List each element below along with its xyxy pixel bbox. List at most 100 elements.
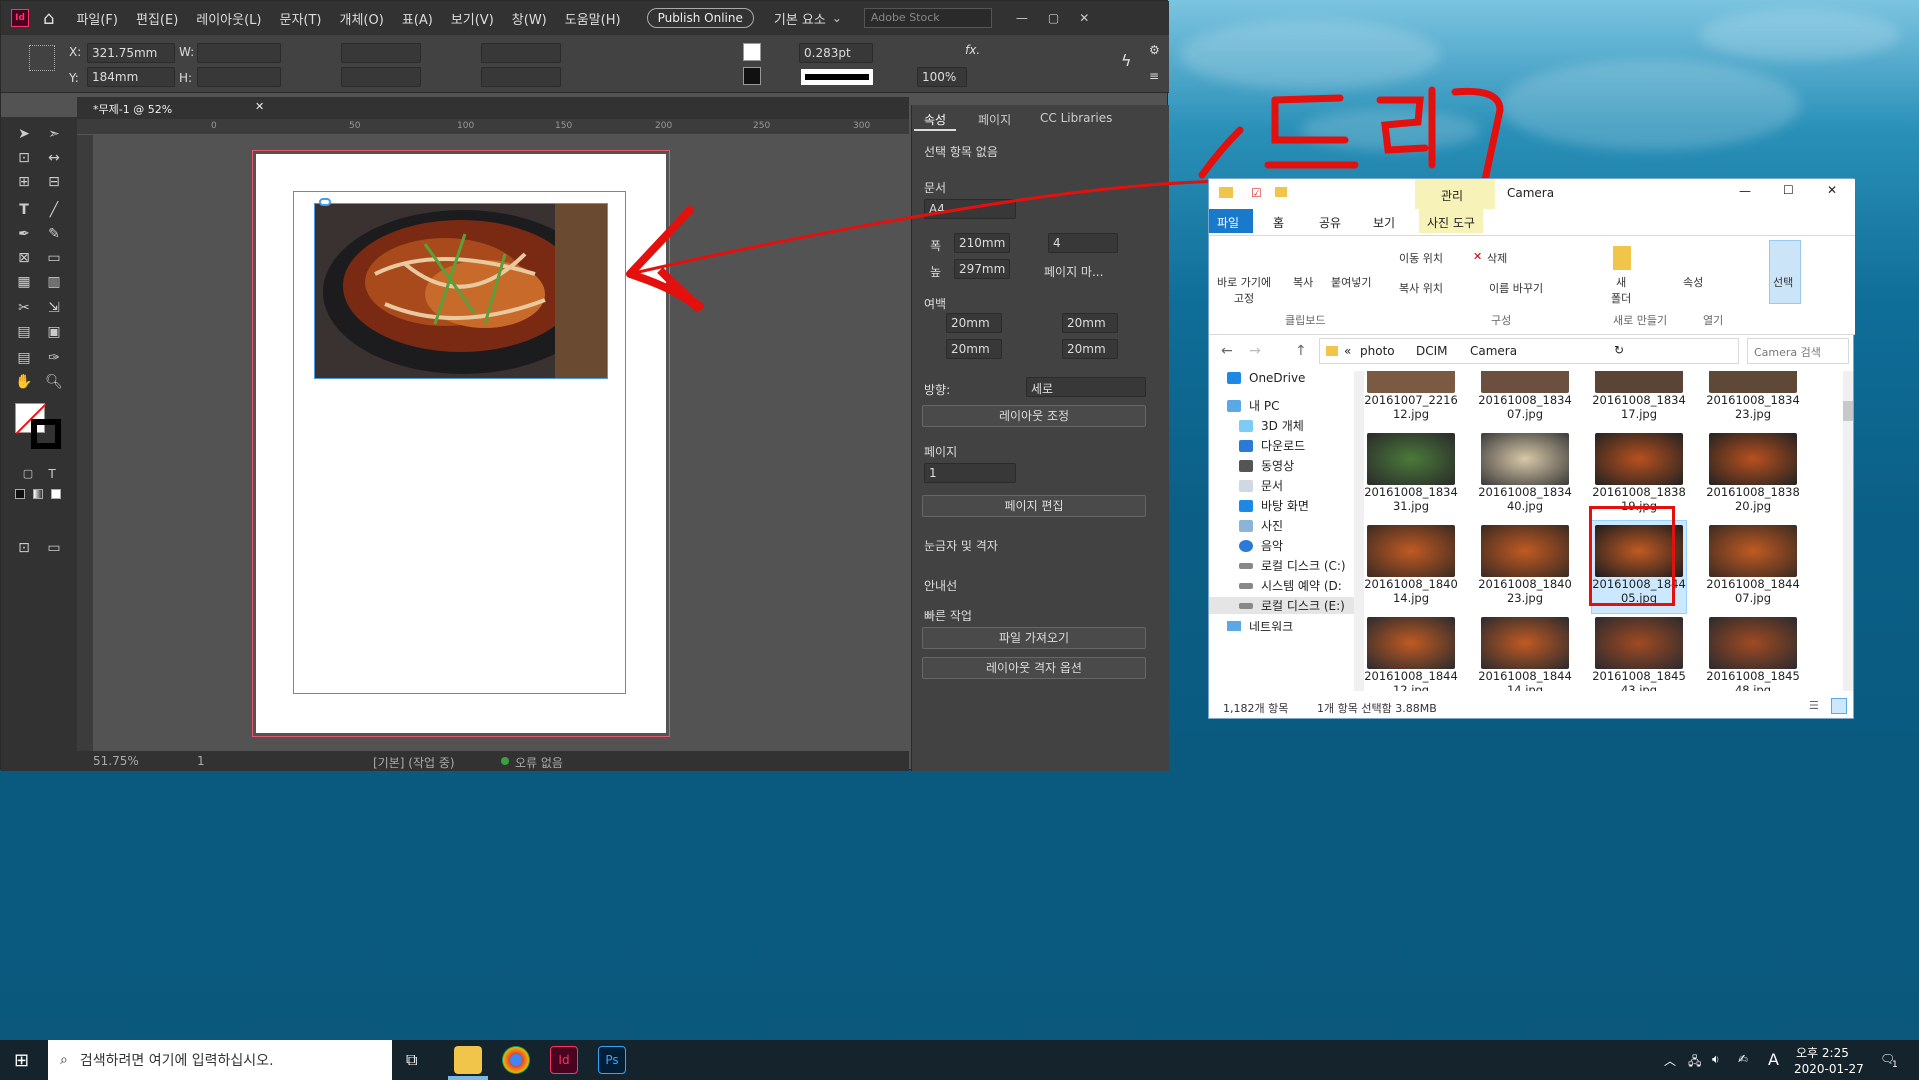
nav-3d[interactable]: 3D 개체 [1239,417,1304,434]
paste-button[interactable]: 붙여넣기 [1331,274,1371,290]
line-tool-icon[interactable]: ╱ [43,199,65,221]
nav-downloads[interactable]: 다운로드 [1239,437,1305,454]
new-folder-button[interactable]: 새 폴더 [1611,274,1631,306]
formatting-text-icon[interactable]: T [41,463,63,485]
file-item[interactable]: 20161008_1844 07.jpg [1706,525,1800,613]
breadcrumb-camera[interactable]: Camera [1470,344,1517,358]
stroke-weight-field[interactable]: 0.283pt [799,43,873,63]
selection-tool-icon[interactable]: ➤ [13,123,35,145]
tab-share[interactable]: 공유 [1311,209,1349,233]
copy-button[interactable]: 복사 [1293,274,1313,290]
breadcrumb-dcim[interactable]: DCIM [1416,344,1448,358]
taskbar-search[interactable]: ⌕ 검색하려면 여기에 입력하십시오. [48,1040,392,1080]
menu-type[interactable]: 문자(T) [280,9,322,28]
content-placer-icon[interactable]: ⊟ [43,171,65,193]
file-item[interactable]: 20161008_1840 14.jpg [1364,525,1458,613]
new-folder-icon[interactable] [1613,246,1631,270]
import-file-button[interactable]: 파일 가져오기 [922,627,1146,649]
x-field[interactable]: 321.75mm [87,43,175,63]
volume-tray-icon[interactable]: 🔉︎ [1712,1052,1720,1067]
minimize-icon[interactable]: — [1739,184,1751,198]
normal-mode-icon[interactable]: ⊡ [13,537,35,559]
rectangle-tool-icon[interactable]: ▭ [43,247,65,269]
photoshop-taskbar-icon[interactable]: Ps [598,1046,626,1074]
delete-button[interactable]: 삭제 [1487,250,1507,266]
select-button[interactable]: 선택 [1773,274,1793,290]
chrome-icon[interactable] [502,1046,530,1074]
file-item[interactable]: 20161008_1838 20.jpg [1706,433,1800,521]
stroke-swatch-icon[interactable] [743,67,761,85]
gear-icon[interactable]: ⚙ [1149,43,1160,57]
direct-selection-tool-icon[interactable]: ➣ [43,123,65,145]
restore-icon[interactable]: ▢ [1048,11,1059,25]
layout-grid-options-button[interactable]: 레이아웃 격자 옵션 [922,657,1146,679]
menu-help[interactable]: 도움말(H) [565,9,621,28]
fx-icon[interactable]: fx. [965,43,980,57]
tab-picture-tools[interactable]: 사진 도구 [1419,209,1483,233]
nav-onedrive[interactable]: OneDrive [1227,371,1305,385]
rectangle-frame-tool-icon[interactable]: ⊠ [13,247,35,269]
menu-file[interactable]: 파일(F) [76,9,118,28]
nav-network[interactable]: 네트워크 [1227,621,1293,631]
zoom-tool-icon[interactable]: 🔍︎ [43,371,65,393]
up-icon[interactable]: ↑ [1295,343,1307,359]
maximize-icon[interactable]: ☐ [1783,183,1794,197]
refresh-icon[interactable]: ↻ [1614,343,1624,357]
content-scrollbar[interactable] [1843,371,1853,691]
minimize-icon[interactable]: — [1016,11,1028,25]
h-field[interactable] [197,67,281,87]
task-view-icon[interactable]: ⧉ [406,1050,417,1070]
status-style[interactable]: [기본] (작업 중) [373,754,455,771]
file-item[interactable]: 20161008_1834 40.jpg [1478,433,1572,521]
scissors-tool-icon[interactable]: ✂ [13,297,35,319]
nav-pictures[interactable]: 사진 [1239,517,1283,534]
menu-layout[interactable]: 레이아웃(L) [196,9,261,28]
select-button-bg[interactable] [1769,240,1801,304]
file-item[interactable]: 20161008_1834 17.jpg [1592,371,1686,429]
menu-window[interactable]: 창(W) [512,9,547,28]
nav-videos[interactable]: 동영상 [1239,457,1294,474]
nav-this-pc[interactable]: 내 PC [1227,397,1279,414]
menu-table[interactable]: 표(A) [402,9,433,28]
opacity-field[interactable]: 100% [917,67,967,87]
breadcrumb-photo[interactable]: photo [1360,344,1395,358]
w-field[interactable] [197,43,281,63]
note-tool-icon[interactable]: ▤ [13,347,35,369]
zoom-level[interactable]: 51.75% [93,754,139,768]
menu-edit[interactable]: 편집(E) [136,9,178,28]
menu-view[interactable]: 보기(V) [451,9,494,28]
pen-tray-icon[interactable]: ✍ [1738,1052,1748,1066]
pencil-tool-icon[interactable]: ✎ [43,223,65,245]
back-icon[interactable]: ← [1221,343,1233,359]
nav-documents[interactable]: 문서 [1239,477,1283,494]
copy-to-button[interactable]: 복사 위치 [1399,280,1443,296]
grid-tool-icon[interactable]: ▦ [13,271,35,293]
workspace-switcher[interactable]: 기본 요소 [774,9,826,28]
close-icon[interactable]: ✕ [1079,11,1089,25]
network-tray-icon[interactable]: 🖧 [1688,1052,1701,1073]
stroke-type-select[interactable] [801,69,873,85]
file-item[interactable]: 20161008_1845 48.jpg [1706,617,1800,691]
pen-tool-icon[interactable]: ✒ [13,223,35,245]
clock-date[interactable]: 2020-01-27 [1794,1062,1864,1076]
details-view-icon[interactable]: ☰ [1809,699,1819,712]
file-item[interactable]: 20161008_1844 14.jpg [1478,617,1572,691]
nav-music[interactable]: 음악 [1239,537,1283,554]
rotate-field[interactable] [481,43,561,63]
address-bar[interactable]: « photo DCIM Camera ↻ [1319,338,1739,364]
page-number[interactable]: 1 [197,754,205,768]
stroke-color-icon[interactable] [31,419,61,449]
apply-none-icon[interactable] [51,489,61,499]
nav-scrollbar[interactable] [1354,371,1364,691]
windows-start-icon[interactable]: ⊞ [14,1050,29,1071]
tab-view[interactable]: 보기 [1365,209,1403,233]
properties-button[interactable]: 속성 [1683,274,1703,290]
fill-swatch-icon[interactable] [743,43,761,61]
nav-drive-e[interactable]: 로컬 디스크 (E:) [1209,597,1354,614]
preflight-status[interactable]: 오류 없음 [515,754,563,771]
nav-drive-c[interactable]: 로컬 디스크 (C:) [1239,557,1346,574]
scale-y-field[interactable] [341,67,421,87]
gradient-swatch-tool-icon[interactable]: ▤ [13,321,35,343]
breadcrumb-overflow[interactable]: « [1344,344,1351,358]
free-transform-tool-icon[interactable]: ⇲ [43,297,65,319]
